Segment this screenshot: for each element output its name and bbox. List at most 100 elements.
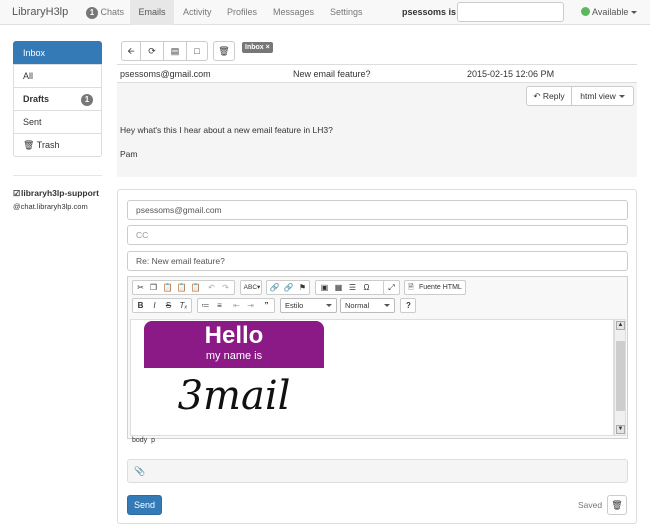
delete-button[interactable]: 🗑: [213, 41, 235, 61]
format-label: Normal: [345, 301, 370, 310]
undo-icon[interactable]: ↶: [205, 281, 218, 295]
message-row[interactable]: psessoms@gmail.com New email feature? 20…: [117, 64, 637, 83]
editor-scrollbar[interactable]: ▲ ▼: [614, 319, 626, 436]
refresh-icon: ⟳: [148, 46, 156, 56]
view-mode-dropdown[interactable]: html view: [571, 86, 634, 106]
nav-activity[interactable]: Activity: [183, 0, 212, 25]
close-icon[interactable]: ×: [266, 44, 270, 51]
subject-field[interactable]: Re: New email feature?: [127, 251, 628, 271]
link-icon[interactable]: 🔗: [268, 281, 281, 295]
copy-icon[interactable]: ❐: [147, 281, 160, 295]
format-dropdown[interactable]: Normal: [340, 298, 395, 313]
maximize-icon[interactable]: ⤢: [385, 281, 398, 295]
nav-messages[interactable]: Messages: [273, 0, 314, 25]
document-icon: 🗎: [408, 284, 414, 291]
nav-emails[interactable]: Emails: [130, 0, 174, 25]
italic-icon[interactable]: I: [148, 299, 161, 313]
table-icon[interactable]: ▦: [332, 281, 345, 295]
outdent-icon[interactable]: ⇤: [230, 299, 243, 313]
paste-icon[interactable]: 📋: [161, 281, 174, 295]
name-tag-image: Hello my name is 3mail: [144, 321, 324, 435]
special-char-icon[interactable]: Ω: [360, 281, 373, 295]
chevron-down-icon: [618, 95, 625, 98]
nav-chats-label: Chats: [100, 7, 125, 17]
folder-sent[interactable]: Sent: [13, 110, 102, 134]
divider: [13, 175, 102, 176]
folder-label: Trash: [36, 140, 60, 150]
anchor-flag-icon[interactable]: ⚑: [296, 281, 309, 295]
editor-toolbar-row-1: ✂ ❐ 📋 📋 📋 ↶ ↷ ABC▾ 🔗 🔗 ⚑ ▣ ▦ ☰ Ω ⤢ 🗎 Fue…: [132, 280, 612, 295]
link-group: 🔗 🔗 ⚑: [266, 280, 310, 295]
chevron-down-icon: [326, 304, 332, 307]
strikethrough-icon[interactable]: S: [162, 299, 175, 313]
text-style-group: B I S Tₓ: [132, 298, 192, 313]
bulleted-list-icon[interactable]: ≡: [213, 299, 226, 313]
scroll-up-icon[interactable]: ▲: [616, 321, 625, 330]
bold-icon[interactable]: B: [134, 299, 147, 313]
folder-drafts[interactable]: Drafts 1: [13, 87, 102, 111]
horizontal-line-icon[interactable]: ☰: [346, 281, 359, 295]
unlink-icon[interactable]: 🔗: [282, 281, 295, 295]
numbered-list-icon[interactable]: ≔: [199, 299, 212, 313]
paste-word-icon[interactable]: 📋: [189, 281, 202, 295]
bookmark-icon: □: [194, 46, 200, 56]
reply-label: Reply: [542, 91, 565, 101]
path-body[interactable]: body: [132, 437, 147, 444]
refresh-button[interactable]: ⟳: [140, 41, 164, 61]
archive-button[interactable]: ▤: [163, 41, 187, 61]
scroll-thumb[interactable]: [616, 341, 625, 411]
nav-settings[interactable]: Settings: [330, 0, 363, 25]
spellcheck-icon[interactable]: ABC▾: [243, 281, 261, 295]
indent-icon[interactable]: ⇥: [244, 299, 257, 313]
paperclip-icon: 📎: [134, 466, 146, 476]
source-html-button[interactable]: 🗎 Fuente HTML: [404, 280, 466, 295]
folder-label: Drafts: [23, 94, 50, 104]
cut-icon[interactable]: ✂: [134, 281, 147, 295]
message-date: 2015-02-15 12:06 PM: [467, 69, 555, 79]
remove-format-icon[interactable]: Tₓ: [177, 299, 190, 313]
saved-status: Saved: [578, 500, 603, 510]
folder-trash[interactable]: 🗑 Trash: [13, 133, 102, 157]
compose-panel: psessoms@gmail.com CC Re: New email feat…: [117, 189, 637, 524]
redo-icon[interactable]: ↷: [219, 281, 232, 295]
folder-all[interactable]: All: [13, 64, 102, 88]
scroll-down-icon[interactable]: ▼: [616, 425, 625, 434]
paste-text-icon[interactable]: 📋: [175, 281, 188, 295]
reply-button[interactable]: ↶ Reply: [526, 86, 572, 106]
attachment-area[interactable]: 📎: [127, 459, 628, 483]
rich-text-editor: ✂ ❐ 📋 📋 📋 ↶ ↷ ABC▾ 🔗 🔗 ⚑ ▣ ▦ ☰ Ω ⤢ 🗎 Fue…: [127, 276, 628, 444]
message-signature: Pam: [120, 149, 138, 159]
source-html-label: Fuente HTML: [419, 284, 462, 291]
availability-dropdown[interactable]: Available: [581, 7, 638, 17]
folder-inbox[interactable]: Inbox: [13, 41, 102, 65]
bookmark-button[interactable]: □: [186, 41, 208, 61]
status-message-input[interactable]: [457, 2, 564, 22]
name-tag-subtitle: my name is: [205, 350, 263, 362]
name-tag-hello: Hello: [204, 322, 264, 349]
trash-icon: 🗑: [23, 140, 35, 150]
nav-profiles[interactable]: Profiles: [227, 0, 257, 25]
view-mode-label: html view: [580, 91, 616, 101]
cc-field[interactable]: CC: [127, 225, 628, 245]
message-subject: New email feature?: [293, 69, 371, 79]
discard-draft-button[interactable]: 🗑: [607, 495, 627, 515]
back-button[interactable]: 🡨: [121, 41, 141, 61]
brand[interactable]: LibraryH3lp: [12, 6, 68, 18]
arrow-left-icon: 🡨: [127, 46, 135, 56]
image-icon[interactable]: ▣: [318, 281, 331, 295]
path-p[interactable]: p: [151, 437, 155, 444]
checkbox-icon[interactable]: ☑: [13, 188, 21, 199]
contact-name: libraryh3lp-support: [21, 188, 99, 198]
nav-chats[interactable]: 1 Chats: [86, 0, 124, 25]
blockquote-icon[interactable]: ”: [260, 299, 273, 313]
send-button[interactable]: Send: [127, 495, 162, 515]
message-from: psessoms@gmail.com: [120, 69, 211, 79]
list-group: ≔ ≡ ⇤ ⇥ ”: [197, 298, 275, 313]
style-dropdown[interactable]: Estilo: [280, 298, 337, 313]
availability-label: Available: [592, 7, 629, 17]
folder-label: All: [23, 71, 34, 81]
element-path: body p: [132, 437, 155, 444]
help-icon[interactable]: ?: [402, 299, 415, 313]
editor-content[interactable]: Hello my name is 3mail: [130, 319, 614, 436]
to-field[interactable]: psessoms@gmail.com: [127, 200, 628, 220]
